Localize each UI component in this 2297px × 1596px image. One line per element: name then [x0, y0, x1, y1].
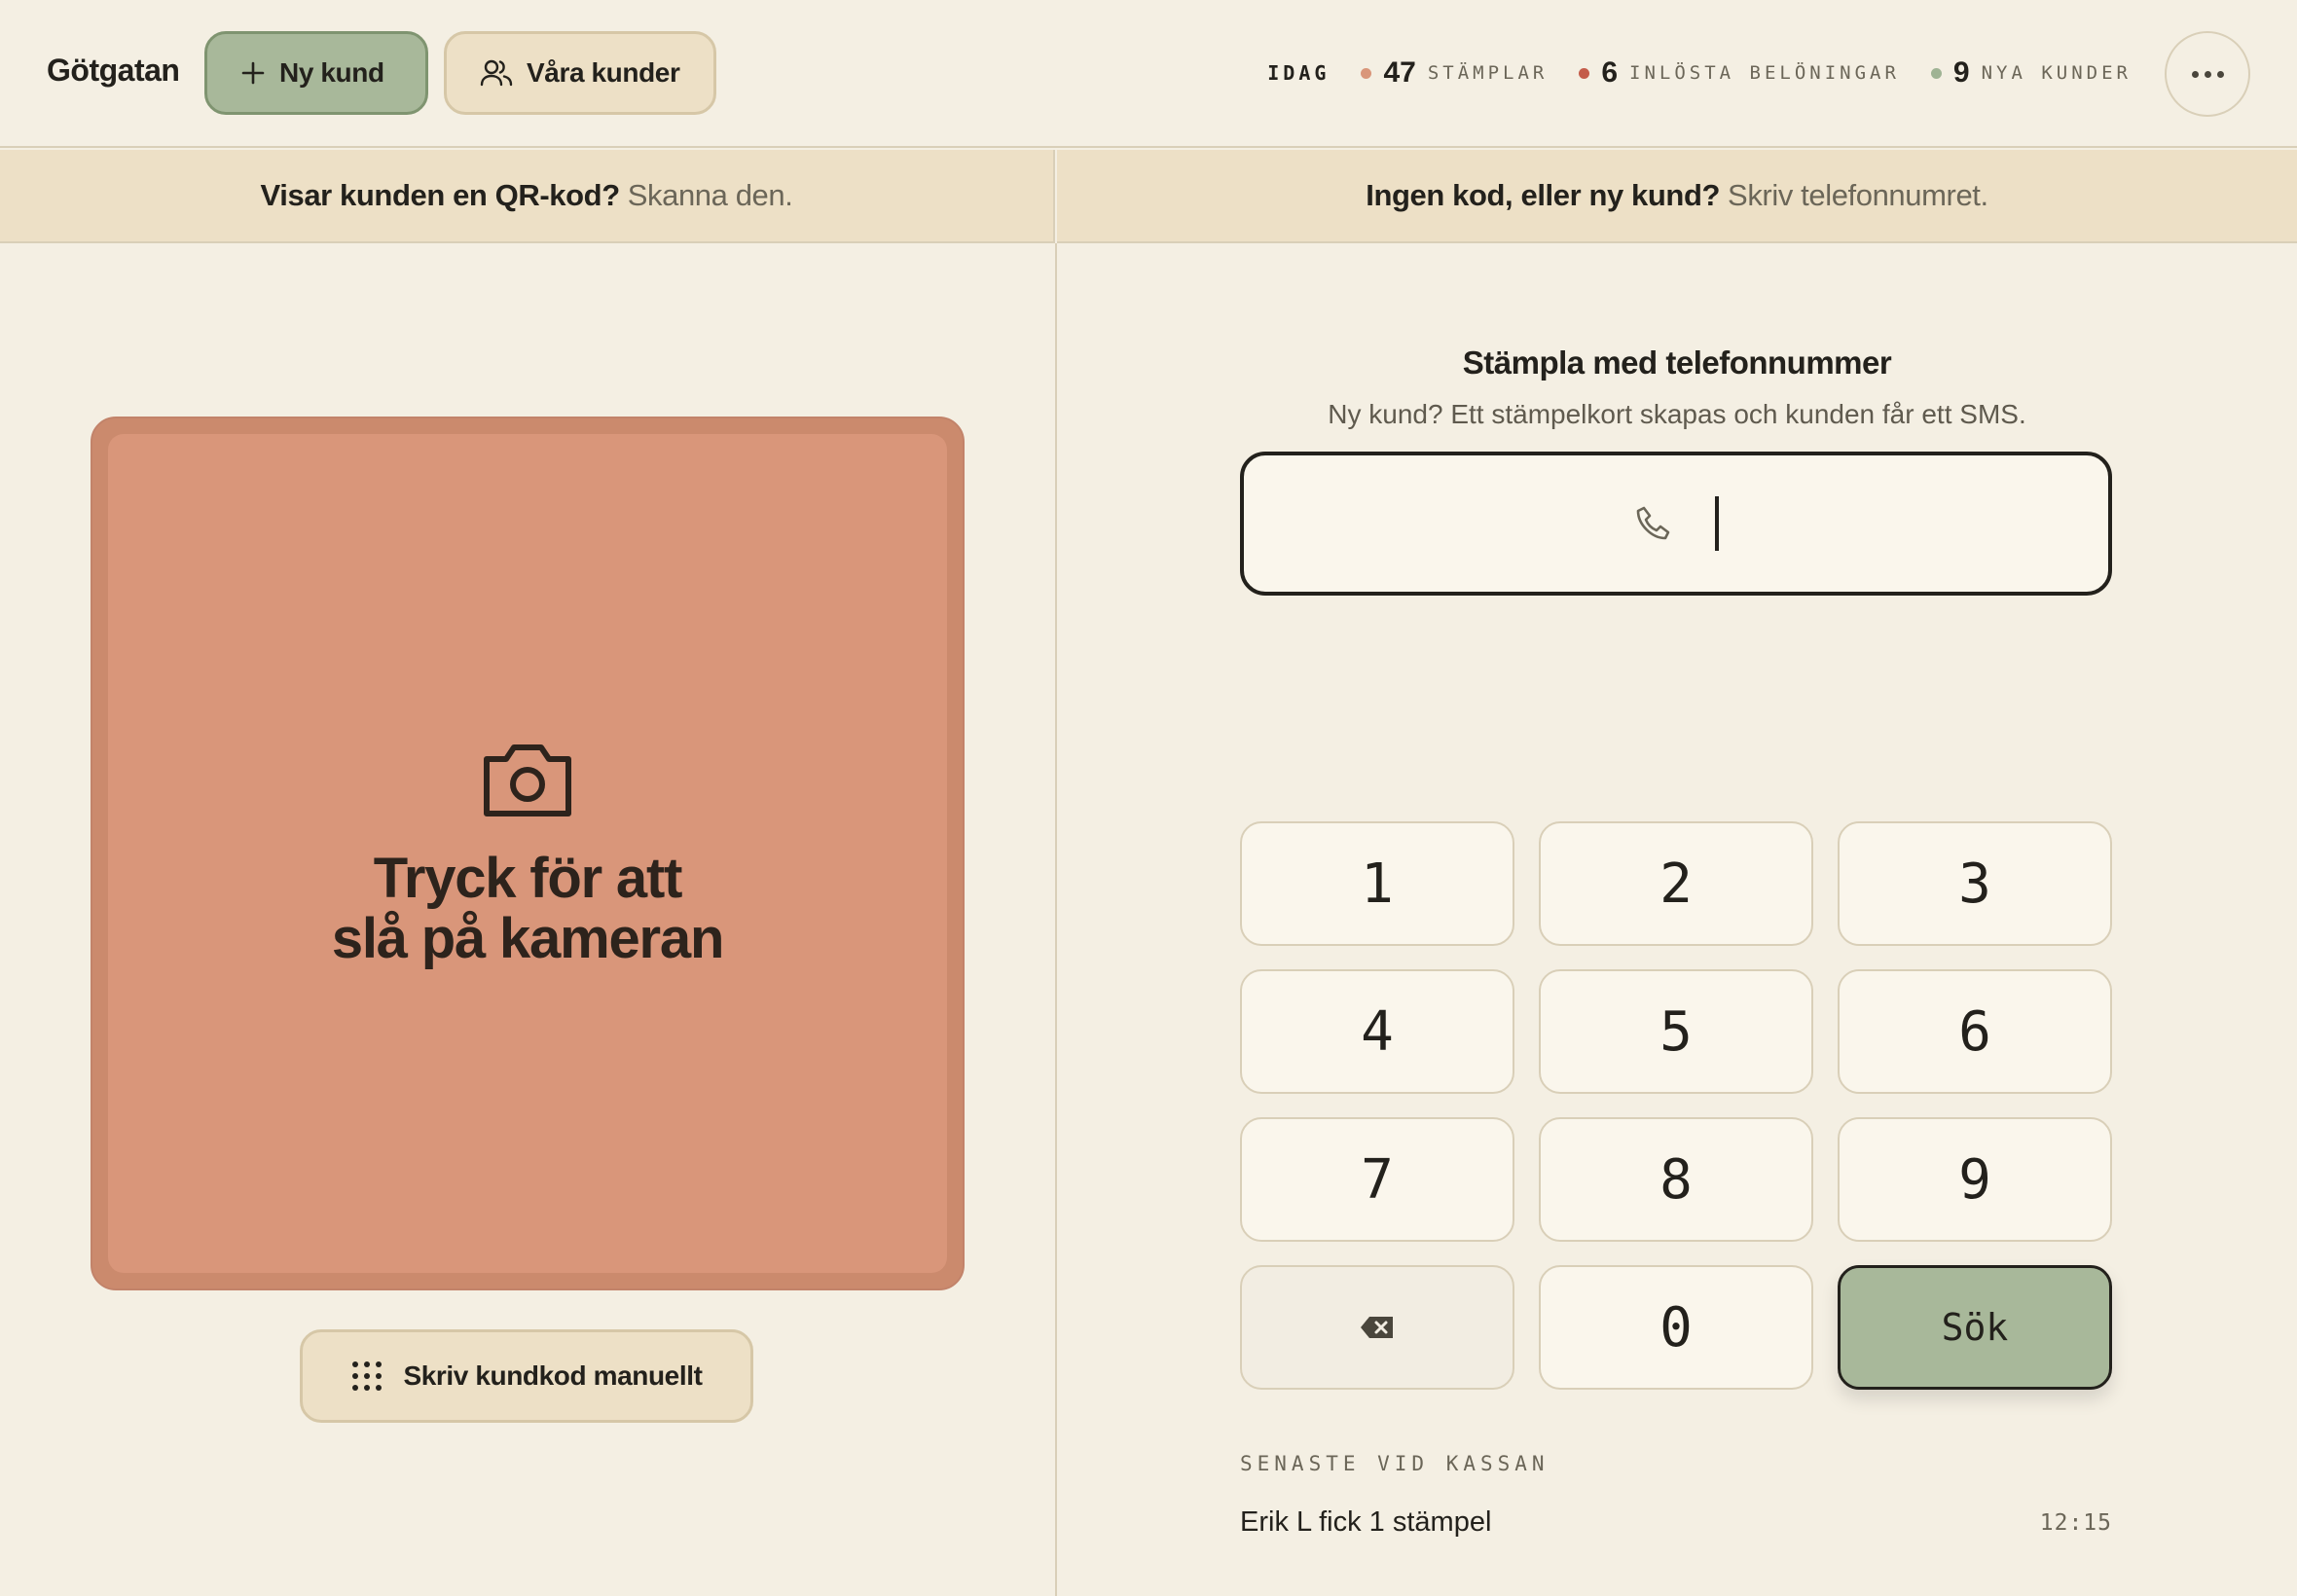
store-name: Götgatan — [47, 53, 180, 88]
key-2[interactable]: 2 — [1539, 821, 1813, 946]
key-3[interactable]: 3 — [1838, 821, 2112, 946]
stat-stamps: 47 STÄMPLAR — [1361, 56, 1548, 90]
more-dots-icon — [2191, 70, 2224, 78]
qr-instruction-muted: Skanna den. — [627, 178, 793, 212]
keypad-grid-icon — [352, 1361, 383, 1391]
stat-label: INLÖSTA BELÖNINGAR — [1629, 62, 1900, 84]
phone-instruction-strong: Ingen kod, eller ny kund? — [1366, 178, 1721, 212]
backspace-key[interactable] — [1240, 1265, 1514, 1390]
stat-redeemed: 6 INLÖSTA BELÖNINGAR — [1579, 56, 1900, 90]
our-customers-label: Våra kunder — [527, 57, 680, 88]
key-4[interactable]: 4 — [1240, 969, 1514, 1094]
new-customer-button[interactable]: Ny kund — [204, 31, 428, 115]
phone-icon — [1636, 506, 1670, 540]
key-1[interactable]: 1 — [1240, 821, 1514, 946]
key-8[interactable]: 8 — [1539, 1117, 1813, 1242]
recent-activity-time: 12:15 — [2039, 1509, 2112, 1536]
stat-label: NYA KUNDER — [1981, 62, 2132, 84]
camera-area: Tryck för att slå på kameran — [108, 434, 947, 1273]
manual-code-label: Skriv kundkod manuellt — [403, 1360, 703, 1391]
phone-title: Stämpla med telefonnummer — [1462, 345, 1892, 381]
more-menu-button[interactable] — [2165, 31, 2250, 117]
recent-activity-label: SENASTE VID KASSAN — [1240, 1452, 1550, 1475]
key-9[interactable]: 9 — [1838, 1117, 2112, 1242]
stat-value: 47 — [1383, 56, 1416, 89]
our-customers-button[interactable]: Våra kunder — [444, 31, 716, 115]
new-customer-label: Ny kund — [279, 57, 384, 88]
stat-dot — [1930, 67, 1942, 79]
phone-instruction-muted: Skriv telefonnumret. — [1728, 178, 1988, 212]
stat-value: 9 — [1952, 56, 1970, 89]
key-0[interactable]: 0 — [1539, 1265, 1813, 1390]
panel-divider — [1055, 243, 1057, 1596]
stat-label: STÄMPLAR — [1427, 62, 1549, 84]
today-stats: IDAG 47 STÄMPLAR 6 INLÖSTA BELÖNINGAR 9 … — [1267, 56, 2132, 90]
stat-dot — [1579, 67, 1590, 79]
stat-new-customers: 9 NYA KUNDER — [1930, 56, 2132, 90]
manual-code-button[interactable]: Skriv kundkod manuellt — [300, 1329, 753, 1423]
users-icon — [480, 59, 513, 87]
qr-instruction-banner: Visar kunden en QR-kod? Skanna den. — [0, 150, 1055, 243]
key-6[interactable]: 6 — [1838, 969, 2112, 1094]
phone-number-input[interactable] — [1240, 452, 2112, 596]
camera-icon — [484, 744, 571, 816]
key-7[interactable]: 7 — [1240, 1117, 1514, 1242]
camera-prompt: Tryck för att slå på kameran — [331, 847, 725, 970]
phone-instruction-banner: Ingen kod, eller ny kund? Skriv telefonn… — [1057, 150, 2297, 243]
backspace-icon — [1361, 1317, 1393, 1338]
stat-value: 6 — [1601, 56, 1619, 89]
recent-activity-item: Erik L fick 1 stämpel 12:15 — [1240, 1506, 2112, 1539]
qr-instruction-strong: Visar kunden en QR-kod? — [260, 178, 621, 212]
plus-icon — [241, 61, 265, 85]
camera-activate-button[interactable]: Tryck för att slå på kameran — [91, 417, 965, 1290]
today-label: IDAG — [1267, 61, 1331, 85]
text-caret — [1715, 496, 1719, 551]
search-button[interactable]: Sök — [1838, 1265, 2112, 1390]
top-bar: Götgatan Ny kund Våra kunder IDAG 47 STÄ… — [0, 0, 2297, 148]
key-5[interactable]: 5 — [1539, 969, 1813, 1094]
phone-subtitle: Ny kund? Ett stämpelkort skapas och kund… — [1328, 399, 2026, 429]
stat-dot — [1361, 67, 1372, 79]
recent-activity-text: Erik L fick 1 stämpel — [1240, 1506, 1492, 1538]
